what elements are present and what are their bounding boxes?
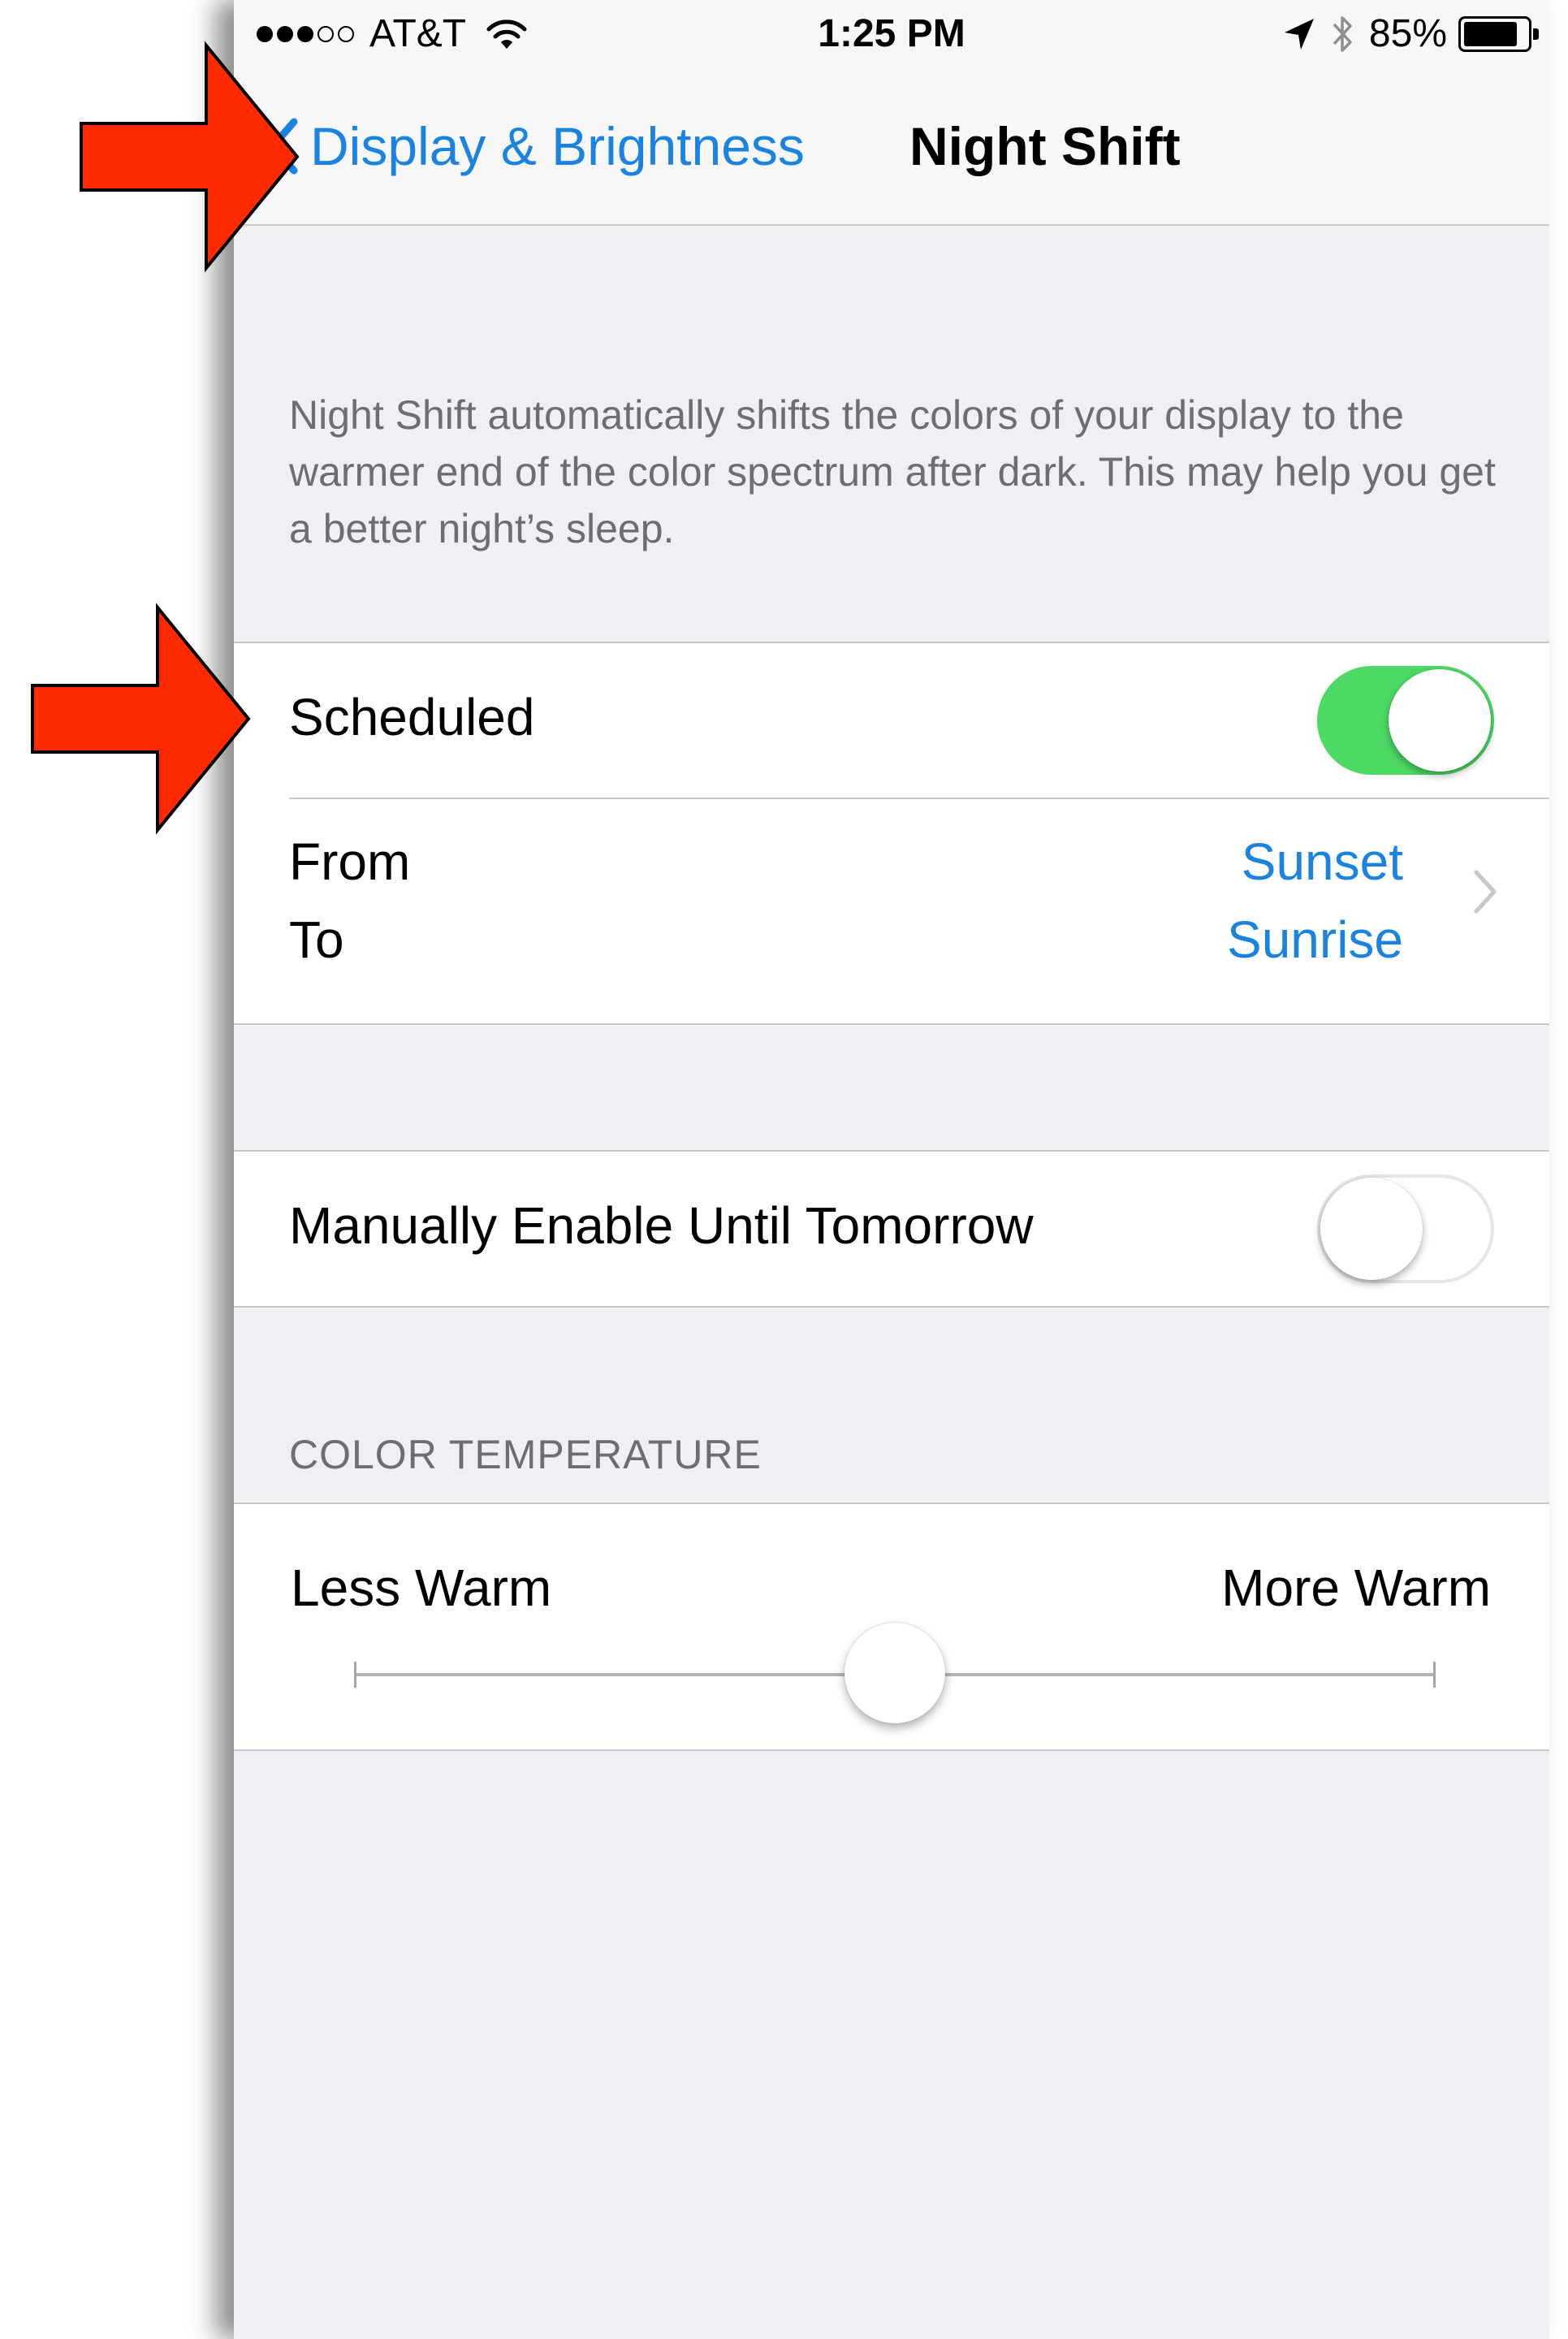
- scheduled-label: Scheduled: [289, 688, 535, 746]
- scheduled-toggle[interactable]: [1317, 666, 1494, 775]
- chevron-right-icon: [1474, 870, 1497, 914]
- battery-icon: [1458, 15, 1539, 52]
- more-warm-label: More Warm: [1221, 1559, 1491, 1617]
- back-button-label: Display & Brightness: [310, 116, 805, 176]
- battery-tip: [1533, 28, 1539, 40]
- color-temperature-slider-thumb[interactable]: [844, 1623, 945, 1723]
- to-label: To: [289, 910, 344, 969]
- phone-screen: AT&T 1:25 PM 85% Display & Brightness Ni…: [234, 0, 1549, 2339]
- battery-percent: 85%: [1368, 12, 1447, 55]
- schedule-times-row[interactable]: From To Sunset Sunrise: [234, 799, 1549, 1023]
- page-title: Night Shift: [909, 116, 1181, 176]
- night-shift-description: Night Shift automatically shifts the col…: [289, 392, 1496, 551]
- color-temperature-group: Less Warm More Warm: [234, 1502, 1549, 1751]
- scheduled-row: Scheduled: [234, 643, 1549, 799]
- status-bar: AT&T 1:25 PM 85%: [234, 0, 1549, 73]
- manual-enable-toggle[interactable]: [1317, 1174, 1494, 1283]
- to-value: Sunrise: [1227, 910, 1403, 969]
- slider-min-tick: [354, 1662, 356, 1688]
- back-button[interactable]: Display & Brightness: [266, 115, 805, 177]
- from-label: From: [289, 832, 411, 891]
- section-header-color-temperature: COLOR TEMPERATURE: [289, 1432, 762, 1477]
- arrow-right-icon: [31, 603, 251, 835]
- navigation-bar: Display & Brightness Night Shift: [234, 73, 1549, 226]
- manual-group: Manually Enable Until Tomorrow: [234, 1150, 1549, 1308]
- manual-enable-label: Manually Enable Until Tomorrow: [289, 1196, 1034, 1255]
- toggle-knob: [1389, 669, 1491, 772]
- page: AT&T 1:25 PM 85% Display & Brightness Ni…: [0, 0, 1568, 2339]
- toggle-knob: [1320, 1178, 1423, 1280]
- slider-max-tick: [1433, 1662, 1436, 1688]
- less-warm-label: Less Warm: [291, 1559, 552, 1617]
- status-right: 85%: [1283, 11, 1539, 56]
- from-value: Sunset: [1241, 832, 1403, 891]
- manual-enable-row: Manually Enable Until Tomorrow: [234, 1152, 1549, 1306]
- bluetooth-icon: [1333, 15, 1352, 52]
- location-icon: [1284, 18, 1314, 50]
- arrow-right-icon: [80, 41, 300, 273]
- battery-level-fill: [1464, 21, 1517, 46]
- schedule-group: Scheduled From To Sunset Sunrise: [234, 642, 1549, 1025]
